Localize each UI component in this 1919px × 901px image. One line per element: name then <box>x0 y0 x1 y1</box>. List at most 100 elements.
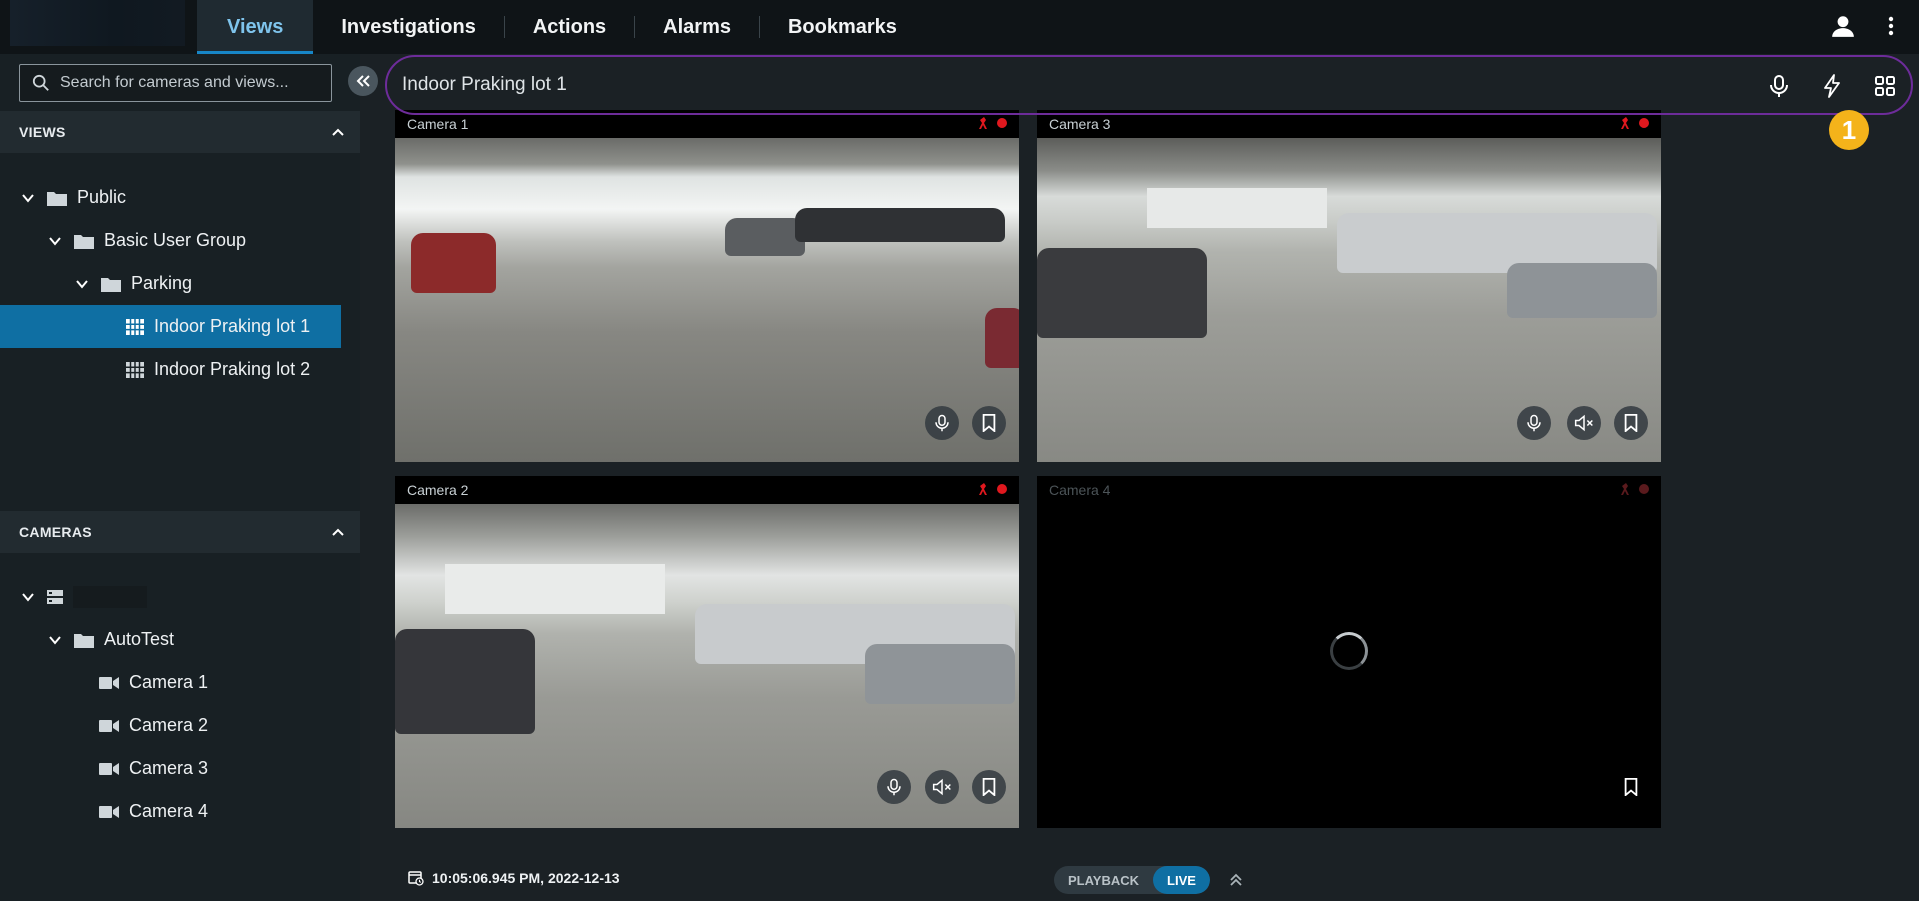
car-shape <box>725 218 805 256</box>
tab-views[interactable]: Views <box>197 0 314 54</box>
tree-item-camera-2[interactable]: Camera 2 <box>0 704 208 747</box>
tree-item-label: Camera 1 <box>129 672 209 692</box>
car-shape <box>985 308 1019 368</box>
camera-feed-image <box>1037 138 1661 462</box>
tab-actions[interactable]: Actions <box>505 0 634 54</box>
back-wall <box>1147 188 1327 228</box>
tab-investigations[interactable]: Investigations <box>313 0 503 54</box>
double-chevron-up-icon[interactable] <box>1228 872 1244 888</box>
motion-icon <box>1621 117 1629 129</box>
microphone-icon[interactable] <box>1767 74 1791 98</box>
tab-alarms[interactable]: Alarms <box>635 0 759 54</box>
live-mode-button[interactable]: LIVE <box>1153 866 1210 894</box>
microphone-button[interactable] <box>925 406 959 440</box>
tree-item-indoor-parking-lot-2[interactable]: Indoor Praking lot 2 <box>0 348 310 391</box>
search-icon <box>32 74 49 91</box>
camera-status <box>979 483 1007 495</box>
chevron-down-icon[interactable] <box>21 191 35 205</box>
view-header-bar: Indoor Praking lot 1 <box>385 55 1913 115</box>
tree-item-basic-user-group[interactable]: Basic User Group <box>0 219 246 262</box>
tree-item-public[interactable]: Public <box>0 176 126 219</box>
tree-item-camera-3[interactable]: Camera 3 <box>0 747 208 790</box>
microphone-icon <box>1527 414 1541 432</box>
tree-item-label: Public <box>77 187 127 207</box>
top-bar: Views Investigations Actions Alarms Book… <box>0 0 1919 54</box>
playback-live-toggle[interactable]: PLAYBACK LIVE <box>1054 866 1210 894</box>
camera-tile-3[interactable]: Camera 3 <box>1037 110 1661 462</box>
view-grid-icon <box>126 318 144 335</box>
folder-icon <box>74 633 94 648</box>
mute-button[interactable] <box>1567 406 1601 440</box>
timestamp-display[interactable]: 10:05:06.945 PM, 2022-12-13 <box>408 870 620 886</box>
search-input[interactable] <box>60 74 320 92</box>
car-shape <box>1037 248 1207 338</box>
chevron-down-icon[interactable] <box>75 277 89 291</box>
camera-tile-1[interactable]: Camera 1 <box>395 110 1019 462</box>
views-section-header[interactable]: VIEWS <box>0 111 360 153</box>
user-icon[interactable] <box>1830 13 1856 39</box>
chevron-up-icon[interactable] <box>330 124 346 140</box>
chevron-down-icon[interactable] <box>21 590 35 604</box>
callout-badge: 1 <box>1829 110 1869 150</box>
tree-item-autotest[interactable]: AutoTest <box>0 618 174 661</box>
lightning-icon[interactable] <box>1820 74 1844 98</box>
tree-item-camera-1[interactable]: Camera 1 <box>0 661 208 704</box>
speaker-muted-icon <box>932 778 951 796</box>
tree-item-label: Basic User Group <box>104 230 247 250</box>
views-section-title: VIEWS <box>19 124 66 140</box>
loading-spinner <box>1330 632 1368 670</box>
view-title: Indoor Praking lot 1 <box>402 74 567 95</box>
camera-status <box>979 117 1007 129</box>
video-camera-icon <box>99 676 119 689</box>
tree-item-camera-4[interactable]: Camera 4 <box>0 790 208 833</box>
tree-item-indoor-parking-lot-1[interactable]: Indoor Praking lot 1 <box>0 305 341 348</box>
mute-button[interactable] <box>925 770 959 804</box>
speaker-muted-icon <box>1574 414 1593 432</box>
camera-feed-image <box>395 138 1019 462</box>
bookmark-button[interactable] <box>972 770 1006 804</box>
bookmark-button[interactable] <box>972 406 1006 440</box>
cameras-section-header[interactable]: CAMERAS <box>0 511 360 553</box>
sidebar: VIEWS Public Basic User Group Parking In… <box>0 54 378 901</box>
microphone-button[interactable] <box>877 770 911 804</box>
tree-item-label: Camera 3 <box>129 758 209 778</box>
tree-item-label: Camera 4 <box>129 801 209 821</box>
tree-item-label: Indoor Praking lot 1 <box>154 316 311 336</box>
tree-item-label: Parking <box>131 273 193 293</box>
recording-indicator <box>1639 484 1649 494</box>
tree-item-label: Indoor Praking lot 2 <box>154 359 311 379</box>
motion-icon <box>1621 483 1629 495</box>
tree-item-server[interactable] <box>0 575 147 618</box>
bookmark-icon <box>1624 778 1638 796</box>
search-field[interactable] <box>19 64 332 102</box>
bookmark-icon <box>982 778 996 796</box>
car-shape <box>1507 263 1657 318</box>
camera-label: Camera 2 <box>407 482 469 498</box>
more-vertical-icon[interactable] <box>1882 13 1900 39</box>
bookmark-icon <box>1624 414 1638 432</box>
double-chevron-left-icon <box>356 75 370 87</box>
bookmark-button[interactable] <box>1614 406 1648 440</box>
cameras-section-title: CAMERAS <box>19 524 92 540</box>
folder-icon <box>101 277 121 292</box>
camera-tile-2[interactable]: Camera 2 <box>395 476 1019 828</box>
car-shape <box>411 233 496 293</box>
collapse-sidebar-button[interactable] <box>348 66 378 96</box>
tree-item-parking[interactable]: Parking <box>0 262 192 305</box>
grid-layout-icon[interactable] <box>1873 74 1897 98</box>
car-shape <box>795 208 1005 242</box>
recording-indicator <box>997 484 1007 494</box>
chevron-down-icon[interactable] <box>48 234 62 248</box>
folder-icon <box>74 234 94 249</box>
video-camera-icon <box>99 719 119 732</box>
playback-mode-button[interactable]: PLAYBACK <box>1054 866 1153 894</box>
microphone-icon <box>887 778 901 796</box>
bookmark-button[interactable] <box>1614 770 1648 804</box>
car-shape <box>865 644 1015 704</box>
chevron-down-icon[interactable] <box>48 633 62 647</box>
tree-item-label: AutoTest <box>104 629 175 649</box>
microphone-button[interactable] <box>1517 406 1551 440</box>
motion-icon <box>979 483 987 495</box>
chevron-up-icon[interactable] <box>330 524 346 540</box>
tab-bookmarks[interactable]: Bookmarks <box>760 0 925 54</box>
